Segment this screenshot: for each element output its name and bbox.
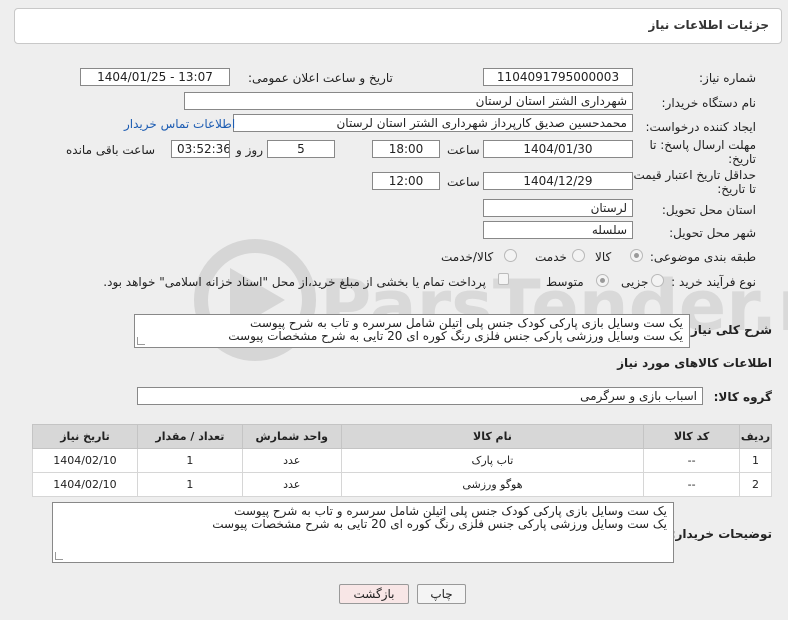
category-radio-service[interactable]	[572, 249, 585, 262]
purchase-option-minor: جزیی	[621, 275, 649, 289]
price-time-field[interactable]: 12:00	[372, 172, 440, 190]
goods-table: ردیف کد کالا نام کالا واحد شمارش تعداد /…	[32, 424, 772, 497]
treasury-payment-checkbox[interactable]	[498, 273, 509, 285]
resize-handle-icon[interactable]	[55, 552, 63, 560]
item-unit: عدد	[241, 472, 342, 497]
province-field[interactable]: لرستان	[483, 199, 633, 217]
announce-label: تاریخ و ساعت اعلان عمومی:	[248, 71, 393, 85]
table-header-row: ردیف کد کالا نام کالا واحد شمارش تعداد /…	[32, 424, 772, 449]
category-option-service: خدمت	[535, 250, 567, 264]
reply-date-field[interactable]: 1404/01/30	[483, 140, 633, 158]
purchase-radio-minor[interactable]	[651, 274, 664, 287]
days-label: روز و	[236, 143, 263, 157]
city-field[interactable]: سلسله	[483, 221, 633, 239]
item-need-date: 1404/02/10	[32, 472, 138, 497]
description-label: شرح کلی نیاز:	[686, 323, 772, 337]
row-number: 2	[739, 472, 772, 497]
resize-handle-icon[interactable]	[137, 337, 145, 345]
days-remaining-field[interactable]: 5	[267, 140, 335, 158]
buyer-notes-line-2: یک ست وسایل ورزشی پارکی جنس فلزی رنگ کور…	[212, 517, 667, 531]
province-label: استان محل تحویل:	[661, 203, 756, 217]
remaining-time-field[interactable]: 03:52:36	[171, 140, 230, 158]
price-date-field[interactable]: 1404/12/29	[483, 172, 633, 190]
buyer-org-label: نام دستگاه خریدار:	[661, 96, 757, 110]
purchase-type-label: نوع فرآیند خرید :	[671, 275, 756, 289]
need-number-field[interactable]: 1104091795000003	[483, 68, 633, 86]
goods-group-label: گروه کالا:	[713, 390, 772, 404]
reply-time-field[interactable]: 18:00	[372, 140, 440, 158]
description-textarea[interactable]: یک ست وسایل بازی پارکی کودک جنس پلی اتیل…	[134, 314, 690, 348]
reply-deadline-label: مهلت ارسال پاسخ: تا	[649, 138, 756, 152]
item-code: --	[643, 448, 741, 473]
goods-info-title: اطلاعات کالاهای مورد نیاز	[617, 356, 772, 370]
price-deadline-label-2: تا تاریخ:	[717, 182, 756, 196]
creator-label: ایجاد کننده درخواست:	[645, 120, 756, 134]
city-label: شهر محل تحویل:	[669, 226, 756, 240]
need-number-label: شماره نیاز:	[699, 71, 756, 85]
col-item-code: کد کالا	[643, 424, 741, 449]
reply-time-label: ساعت	[447, 143, 480, 157]
category-label: طبقه بندی موضوعی:	[649, 250, 756, 264]
buyer-org-field[interactable]: شهرداری الشتر استان لرستان	[184, 92, 633, 110]
category-radio-both[interactable]	[504, 249, 517, 262]
creator-field[interactable]: محمدحسین صدیق کارپرداز شهرداری الشتر است…	[233, 114, 633, 132]
item-quantity: 1	[136, 448, 243, 473]
table-row[interactable]: 1 -- تاب پارک عدد 1 1404/02/10	[32, 448, 772, 473]
page-title: جزئیات اطلاعات نیاز	[648, 18, 769, 32]
item-name: تاب پارک	[340, 448, 645, 473]
item-name: هوگو ورزشی	[340, 472, 645, 497]
category-option-both: کالا/خدمت	[441, 250, 494, 264]
purchase-option-medium: متوسط	[546, 275, 584, 289]
price-time-label: ساعت	[447, 175, 480, 189]
treasury-payment-note: پرداخت تمام یا بخشی از مبلغ خرید،از محل …	[103, 275, 486, 289]
contact-buyer-link[interactable]: اطلاعات تماس خریدار	[124, 117, 235, 131]
item-quantity: 1	[136, 472, 243, 497]
back-button[interactable]: بازگشت	[339, 584, 409, 604]
item-unit: عدد	[241, 448, 342, 473]
announce-field[interactable]: 1404/01/25 - 13:07	[80, 68, 230, 86]
goods-group-field[interactable]: اسباب بازی و سرگرمی	[137, 387, 703, 405]
buyer-notes-label: توضیحات خریدار:	[670, 527, 772, 541]
category-option-goods: کالا	[595, 250, 612, 264]
item-code: --	[643, 472, 741, 497]
header-panel: جزئیات اطلاعات نیاز	[14, 8, 782, 44]
remaining-time-label: ساعت باقی مانده	[66, 143, 156, 157]
purchase-radio-medium[interactable]	[596, 274, 609, 287]
reply-deadline-label-2: تاریخ:	[728, 152, 756, 166]
col-item-name: نام کالا	[340, 424, 645, 449]
item-need-date: 1404/02/10	[32, 448, 138, 473]
buyer-notes-textarea[interactable]: یک ست وسایل بازی پارکی کودک جنس پلی اتیل…	[52, 502, 674, 563]
col-unit: واحد شمارش	[241, 424, 342, 449]
row-number: 1	[739, 448, 772, 473]
price-deadline-label: حداقل تاریخ اعتبار قیمت:	[629, 168, 756, 182]
col-quantity: تعداد / مقدار	[136, 424, 243, 449]
description-line-2: یک ست وسایل ورزشی پارکی جنس فلزی رنگ کور…	[228, 329, 683, 343]
col-need-date: تاریخ نیاز	[32, 424, 138, 449]
col-row-number: ردیف	[739, 424, 772, 449]
table-row[interactable]: 2 -- هوگو ورزشی عدد 1 1404/02/10	[32, 472, 772, 497]
category-radio-goods[interactable]	[630, 249, 643, 262]
print-button[interactable]: چاپ	[417, 584, 466, 604]
